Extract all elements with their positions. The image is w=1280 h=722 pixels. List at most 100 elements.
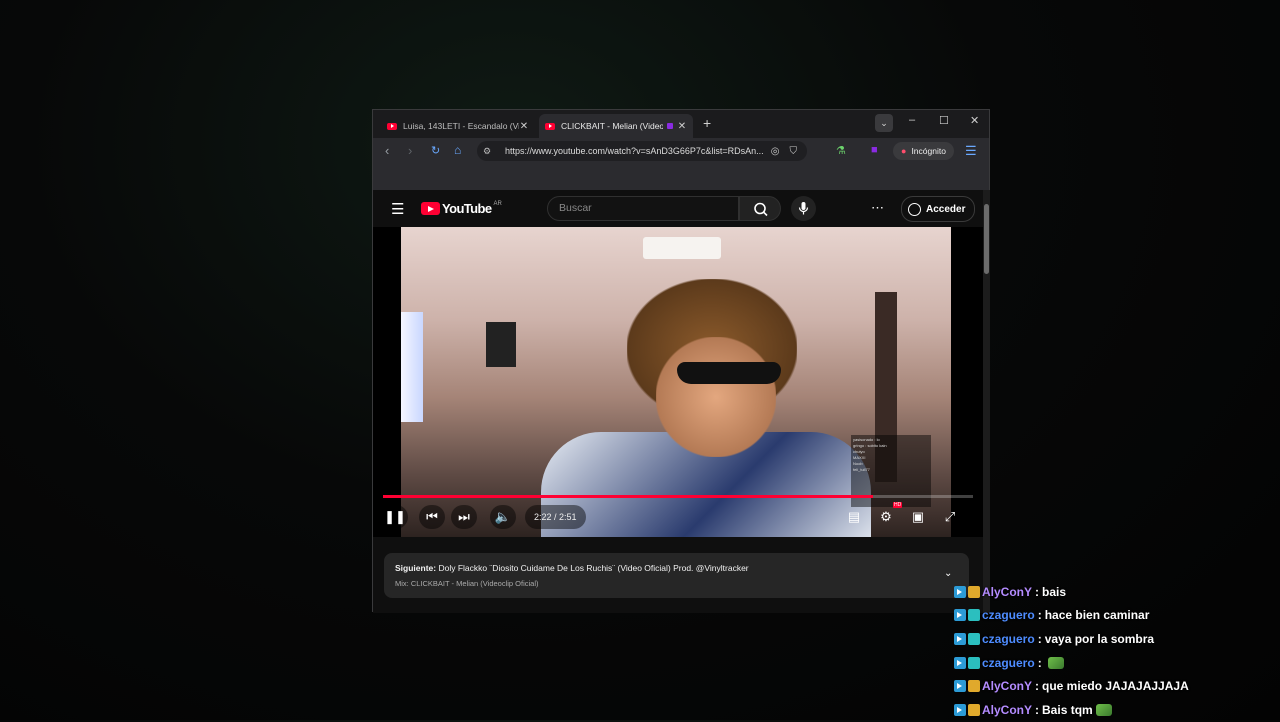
previous-icon: ⏮ [426, 509, 438, 524]
tab-search-dropdown-icon[interactable]: ⌄ [875, 114, 893, 132]
home-icon[interactable]: ⌂ [454, 143, 461, 157]
browser-toolbar: ‹ › ↻ ⌂ ⚙ https://www.youtube.com/watch?… [373, 138, 989, 164]
chat-separator: : [1037, 608, 1042, 623]
video-frame[interactable]: yasisonado : lo gringo : sobito kain chu… [401, 227, 951, 537]
pause-button[interactable]: ❚❚ [382, 505, 408, 529]
chat-message: czaguero: vaya por la sombra [954, 627, 1280, 651]
chat-username[interactable]: AlyConY [982, 703, 1032, 717]
subscriber-badge-icon [968, 585, 980, 598]
chat-username[interactable]: AlyConY [982, 679, 1032, 693]
miniplayer-icon: ▣ [911, 509, 925, 524]
close-window-button[interactable]: ✕ [970, 114, 979, 127]
chat-separator: : [1035, 584, 1040, 599]
chat-username[interactable]: AlyConY [982, 585, 1032, 599]
chat-message: AlyConY: que miedo JAJAJAJJAJA [954, 674, 1280, 698]
sign-in-label: Acceder [926, 203, 966, 215]
close-tab-icon[interactable]: ✕ [519, 121, 529, 132]
eye-off-icon[interactable]: ◎ [771, 146, 780, 157]
reload-icon[interactable]: ↻ [431, 144, 440, 157]
tab-escandalo[interactable]: Luisa, 143LETI - Escandalo (Vide ✕ [381, 114, 535, 138]
fullscreen-icon: ⤢ [944, 509, 956, 524]
prime-badge-icon [954, 680, 966, 693]
hd-badge: HD [893, 502, 903, 508]
previous-button[interactable]: ⏮ [419, 505, 445, 529]
incognito-icon: ● [901, 146, 907, 156]
scrollbar-thumb[interactable] [984, 204, 989, 274]
extension-mark-icon [667, 123, 673, 129]
prime-badge-icon [954, 632, 966, 645]
pause-icon: ❚❚ [384, 509, 406, 524]
search-icon [754, 202, 768, 217]
more-options-icon[interactable]: ⋯ [871, 200, 884, 216]
chat-message: AlyConY: bais [954, 580, 1280, 604]
youtube-favicon-icon [387, 122, 397, 130]
youtube-favicon-icon [545, 122, 555, 130]
back-icon[interactable]: ‹ [385, 143, 389, 158]
sign-in-button[interactable]: Acceder [901, 196, 976, 222]
guide-menu-icon[interactable]: ☰ [391, 200, 404, 218]
volume-icon: 🔈 [494, 509, 512, 524]
youtube-page: ☰ YouTube AR Buscar ⋯ Acceder yasisonado… [373, 190, 983, 613]
volume-button[interactable]: 🔈 [490, 505, 516, 529]
next-button[interactable]: ⏭ [451, 505, 477, 529]
chat-text: que miedo JAJAJAJJAJA [1042, 679, 1189, 694]
chat-separator: : [1037, 631, 1042, 646]
search-button[interactable] [739, 196, 781, 221]
overlay-chat-line: feli_tuli77 [853, 467, 870, 472]
player-controls: ❚❚ ⏮ ⏭ 🔈 2:22 / 2:51 ▤ ⚙ HD ▣ ⤢ [373, 502, 983, 535]
up-next-card[interactable]: Siguiente: Doly Flackko ¨Diosito Cuidame… [384, 553, 969, 598]
chat-message: czaguero: hace bien caminar [954, 604, 1280, 628]
up-next-prefix: Siguiente: [395, 563, 437, 573]
tab-clickbait[interactable]: CLICKBAIT - Melian (Videoc ✕ [539, 114, 693, 138]
progress-bar[interactable] [383, 495, 973, 498]
chat-separator: : [1035, 702, 1040, 717]
chat-emote-icon [1047, 656, 1064, 669]
maximize-button[interactable]: ☐ [939, 114, 949, 127]
menu-icon[interactable]: ☰ [965, 143, 977, 159]
chat-separator: : [1035, 679, 1040, 694]
region-code: AR [493, 201, 502, 207]
prime-badge-icon [954, 656, 966, 669]
youtube-logo-icon [421, 202, 440, 215]
close-tab-icon[interactable]: ✕ [677, 121, 687, 132]
page-scrollbar[interactable] [983, 190, 990, 613]
incognito-indicator[interactable]: ● Incógnito [893, 142, 954, 160]
up-next-title: Doly Flackko ¨Diosito Cuidame De Los Ruc… [438, 563, 749, 573]
chat-username[interactable]: czaguero [982, 656, 1035, 670]
chat-username[interactable]: czaguero [982, 632, 1035, 646]
browser-window: Luisa, 143LETI - Escandalo (Vide ✕ CLICK… [372, 109, 990, 613]
video-player[interactable]: yasisonado : lo gringo : sobito kain chu… [373, 227, 983, 537]
chat-separator: : [1037, 655, 1042, 670]
tab-title: CLICKBAIT - Melian (Videoc [561, 121, 663, 131]
new-tab-button[interactable]: + [703, 115, 711, 131]
toolbar-spacer [373, 164, 989, 190]
settings-button[interactable]: ⚙ [875, 505, 897, 529]
address-bar[interactable]: ⚙ https://www.youtube.com/watch?v=sAnD3G… [477, 141, 807, 161]
tab-title: Luisa, 143LETI - Escandalo (Vide [403, 121, 519, 131]
chat-username[interactable]: czaguero [982, 608, 1035, 622]
search-input[interactable]: Buscar [547, 196, 739, 221]
subscriber-badge-icon [968, 656, 980, 669]
miniplayer-button[interactable]: ▣ [907, 505, 929, 529]
chevron-down-icon[interactable]: ⌄ [944, 568, 952, 579]
video-person-sunglasses [677, 362, 781, 384]
minimize-button[interactable]: – [909, 114, 915, 126]
bookmark-icon[interactable]: ⛉ [790, 146, 798, 157]
up-next-line: Siguiente: Doly Flackko ¨Diosito Cuidame… [395, 563, 749, 573]
time-display: 2:22 / 2:51 [525, 505, 586, 529]
prime-badge-icon [954, 585, 966, 598]
video-air-conditioner [643, 237, 721, 259]
chat-text: vaya por la sombra [1044, 631, 1155, 646]
flask-icon[interactable]: ⚗ [836, 144, 846, 157]
subscriber-badge-icon [968, 609, 980, 622]
extension-icon[interactable]: ■ [871, 144, 878, 156]
next-icon: ⏭ [458, 509, 470, 524]
prime-badge-icon [954, 609, 966, 622]
stream-chat: AlyConY: bais czaguero: hace bien caminar cz… [954, 580, 1280, 722]
fullscreen-button[interactable]: ⤢ [939, 505, 961, 529]
site-settings-icon[interactable]: ⚙ [483, 146, 497, 157]
youtube-logo[interactable]: YouTube AR [421, 201, 502, 216]
forward-icon[interactable]: › [408, 143, 412, 158]
voice-search-button[interactable] [791, 196, 816, 221]
subtitles-button[interactable]: ▤ [843, 505, 865, 529]
